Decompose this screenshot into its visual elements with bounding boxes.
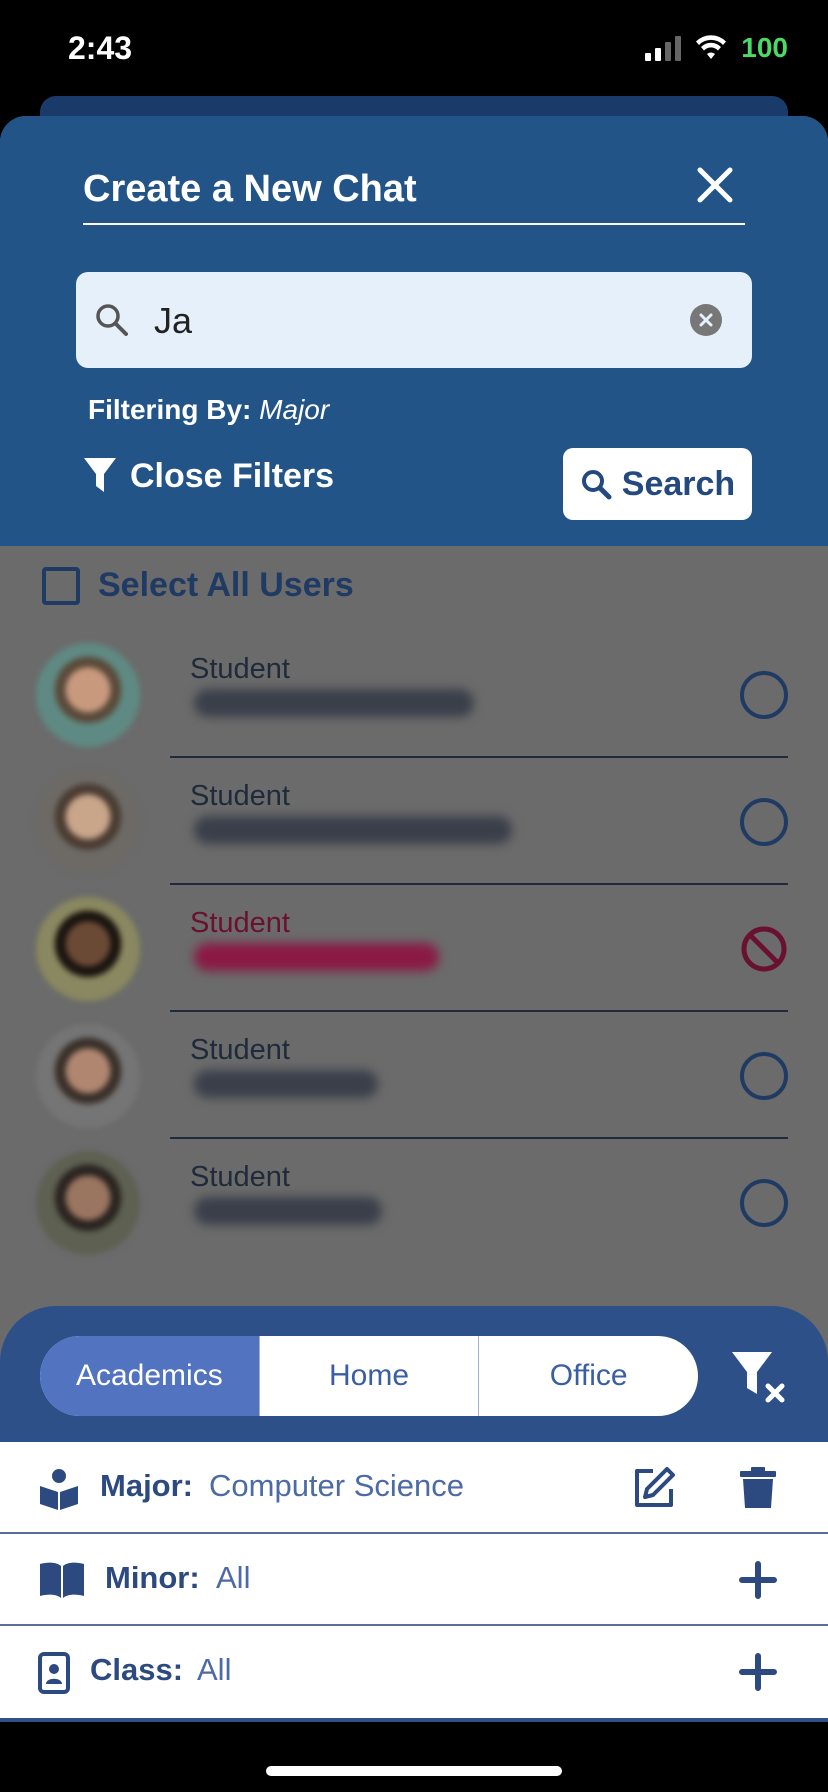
blocked-icon [741, 926, 787, 972]
filter-value: Computer Science [209, 1468, 465, 1503]
filter-value: All [216, 1560, 251, 1595]
filter-row-class: Class: All [0, 1626, 828, 1718]
page-title: Create a New Chat [83, 168, 417, 210]
add-filter-button[interactable] [732, 1554, 784, 1606]
search-button[interactable]: Search [563, 448, 752, 520]
search-button-label: Search [621, 464, 736, 503]
chat-header: Create a New Chat Filtering By: Major [0, 116, 828, 546]
funnel-icon [84, 458, 116, 492]
tab-academics[interactable]: Academics [40, 1336, 259, 1416]
user-row[interactable]: Student [0, 758, 828, 885]
close-icon[interactable] [690, 160, 740, 210]
filter-row-minor: Minor: All [0, 1534, 828, 1626]
select-all-checkbox[interactable] [42, 566, 80, 605]
filter-key: Minor: [105, 1560, 200, 1595]
user-role: Student [190, 780, 290, 812]
status-bar: 2:43 100 [0, 0, 828, 100]
status-icons: 100 [645, 32, 788, 64]
select-user-radio[interactable] [740, 1179, 788, 1227]
book-reader-icon [40, 1469, 78, 1510]
avatar [36, 897, 140, 1001]
delete-filter-button[interactable] [732, 1462, 784, 1514]
close-filters-label: Close Filters [130, 456, 335, 495]
filter-row-major: Major: Computer Science [0, 1442, 828, 1534]
user-role: Student [190, 907, 290, 939]
plus-icon [739, 1653, 777, 1691]
search-icon [581, 470, 612, 500]
battery-level: 100 [741, 32, 788, 63]
search-input[interactable] [152, 294, 656, 348]
user-row[interactable]: Student [0, 631, 828, 758]
user-name-redacted [194, 943, 439, 971]
open-book-icon [40, 1562, 84, 1598]
trash-icon [740, 1467, 776, 1508]
select-user-radio[interactable] [740, 1052, 788, 1100]
add-filter-button[interactable] [732, 1646, 784, 1698]
avatar [36, 770, 140, 874]
avatar [36, 1151, 140, 1255]
search-box[interactable] [76, 272, 752, 368]
user-role: Student [190, 1161, 290, 1193]
user-name-redacted [194, 1070, 378, 1098]
user-name-redacted [194, 689, 474, 717]
avatar [36, 1024, 140, 1128]
clear-icon [699, 313, 713, 327]
filtering-by-label: Filtering By: Major [88, 394, 329, 426]
id-badge-icon [38, 1652, 70, 1694]
title-underline [83, 223, 745, 225]
select-all-users[interactable]: Select All Users [42, 566, 354, 605]
status-time: 2:43 [68, 30, 133, 66]
select-all-label: Select All Users [98, 566, 354, 604]
clear-filters-icon[interactable] [728, 1346, 788, 1406]
cellular-signal-icon [645, 35, 682, 61]
edit-filter-button[interactable] [628, 1462, 680, 1514]
filtering-by-key: Filtering By: [88, 394, 252, 425]
filter-key: Class: [90, 1652, 184, 1687]
tab-office[interactable]: Office [478, 1336, 698, 1416]
close-filters-button[interactable]: Close Filters [82, 456, 334, 496]
edit-icon [635, 1467, 675, 1507]
user-row[interactable]: Student [0, 1139, 828, 1266]
filter-key: Major: [100, 1468, 193, 1503]
filter-panel: Academics Home Office Major: Computer Sc… [0, 1306, 828, 1722]
plus-icon [739, 1561, 777, 1599]
user-name-redacted [194, 816, 512, 844]
filter-value: All [197, 1652, 232, 1687]
select-user-radio[interactable] [740, 798, 788, 846]
category-tabs: Academics Home Office [40, 1336, 698, 1416]
search-icon [96, 304, 128, 336]
clear-search-button[interactable] [690, 304, 722, 336]
user-name-redacted [194, 1197, 382, 1225]
home-indicator [266, 1766, 562, 1776]
wifi-icon [696, 35, 727, 59]
user-row[interactable]: Student [0, 885, 828, 1012]
avatar [36, 643, 140, 747]
create-chat-sheet: Create a New Chat Filtering By: Major [0, 116, 828, 1722]
user-row[interactable]: Student [0, 1012, 828, 1139]
tab-home[interactable]: Home [258, 1336, 479, 1416]
user-role: Student [190, 1034, 290, 1066]
user-role: Student [190, 653, 290, 685]
filtering-by-value: Major [259, 394, 330, 425]
select-user-radio[interactable] [740, 671, 788, 719]
